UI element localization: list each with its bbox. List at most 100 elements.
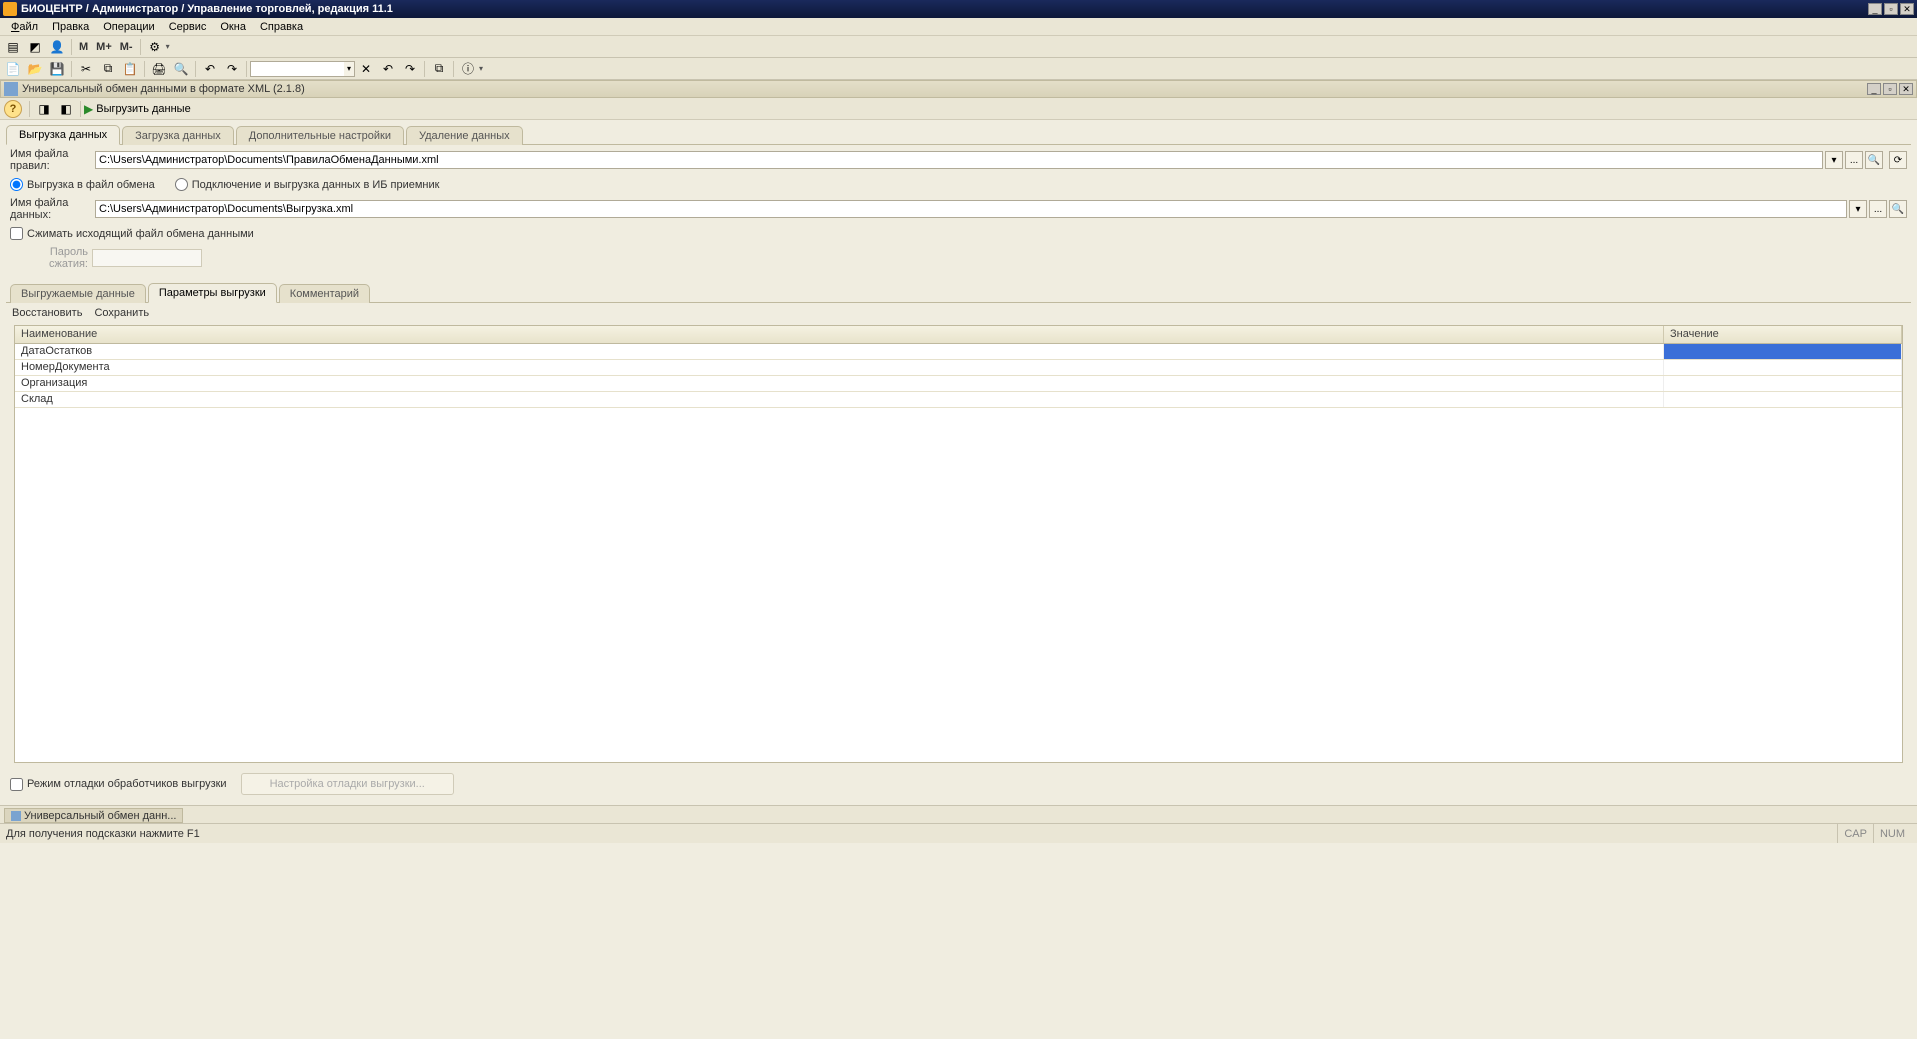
sub-toolbar: Восстановить Сохранить: [6, 302, 1911, 323]
table-row[interactable]: НомерДокумента: [15, 360, 1902, 376]
tb-btn-3[interactable]: 👤: [47, 38, 67, 56]
compress-checkbox[interactable]: [10, 227, 23, 240]
table-row[interactable]: ДатаОстатков: [15, 344, 1902, 360]
cell-value[interactable]: [1664, 344, 1902, 359]
data-file-input[interactable]: [95, 200, 1847, 218]
calc-m-button[interactable]: M: [75, 41, 92, 53]
col-value-header[interactable]: Значение: [1664, 326, 1902, 343]
document-titlebar: Универсальный обмен данными в формате XM…: [0, 80, 1917, 98]
search-prev-icon[interactable]: ↶: [378, 60, 398, 78]
doc-restore-button[interactable]: ▫: [1883, 83, 1897, 95]
toolbar-separator: [195, 61, 196, 77]
app-title: БИОЦЕНТР / Администратор / Управление то…: [21, 3, 1868, 15]
close-button[interactable]: ✕: [1900, 3, 1914, 15]
tb-wizard-icon[interactable]: ⚙: [145, 38, 165, 56]
search-next-icon[interactable]: ↷: [400, 60, 420, 78]
menu-edit[interactable]: Правка: [45, 19, 96, 35]
menu-windows[interactable]: Окна: [213, 19, 253, 35]
subtab-exported-data[interactable]: Выгружаемые данные: [10, 284, 146, 303]
data-file-label: Имя файла данных:: [10, 197, 95, 221]
radio-export-file-input[interactable]: [10, 178, 23, 191]
table-row[interactable]: Организация: [15, 376, 1902, 392]
rules-refresh-icon[interactable]: ⟳: [1889, 151, 1907, 169]
export-data-button[interactable]: Выгрузить данные: [96, 103, 190, 115]
rules-dropdown-icon[interactable]: ▾: [1825, 151, 1843, 169]
doc-close-button[interactable]: ✕: [1899, 83, 1913, 95]
data-dropdown-icon[interactable]: ▾: [1849, 200, 1867, 218]
print-icon[interactable]: 🖨: [149, 60, 169, 78]
window-tab-label: Универсальный обмен данн...: [24, 810, 176, 822]
open-icon[interactable]: 📂: [25, 60, 45, 78]
paste-icon[interactable]: 📋: [120, 60, 140, 78]
data-browse-button[interactable]: ...: [1869, 200, 1887, 218]
data-file-row: Имя файла данных: ▾ ... 🔍: [6, 194, 1911, 224]
tab-extra[interactable]: Дополнительные настройки: [236, 126, 404, 145]
copy-icon[interactable]: ⧉: [98, 60, 118, 78]
toolbar-separator: [140, 39, 141, 55]
statusbar-hint: Для получения подсказки нажмите F1: [6, 828, 200, 840]
tab-export[interactable]: Выгрузка данных: [6, 125, 120, 145]
compress-label: Сжимать исходящий файл обмена данными: [27, 228, 254, 240]
tab-import[interactable]: Загрузка данных: [122, 126, 234, 145]
subtab-export-params[interactable]: Параметры выгрузки: [148, 283, 277, 303]
cell-value[interactable]: [1664, 376, 1902, 391]
debug-mode-checkbox[interactable]: [10, 778, 23, 791]
radio-export-file[interactable]: Выгрузка в файл обмена: [10, 178, 155, 191]
debug-settings-button: Настройка отладки выгрузки...: [241, 773, 454, 795]
cell-value[interactable]: [1664, 360, 1902, 375]
subtab-comment[interactable]: Комментарий: [279, 284, 370, 303]
search-dropdown-icon[interactable]: ▾: [344, 61, 355, 77]
password-label: Пароль сжатия:: [10, 246, 88, 270]
search-input[interactable]: [250, 61, 345, 77]
cell-name: Организация: [15, 376, 1664, 391]
radio-connect[interactable]: Подключение и выгрузка данных в ИБ прием…: [175, 178, 440, 191]
minimize-button[interactable]: _: [1868, 3, 1882, 15]
doc-tb-btn-1[interactable]: ◨: [34, 100, 54, 118]
data-search-icon[interactable]: 🔍: [1889, 200, 1907, 218]
dropdown-icon[interactable]: ▾: [479, 64, 483, 73]
info-icon[interactable]: ⓘ: [458, 60, 478, 78]
params-grid: Наименование Значение ДатаОстатков Номер…: [14, 325, 1903, 763]
password-input: [92, 249, 202, 267]
toolbar-separator: [144, 61, 145, 77]
preview-icon[interactable]: 🔍: [171, 60, 191, 78]
tb-btn-2[interactable]: ◩: [25, 38, 45, 56]
password-row: Пароль сжатия:: [6, 243, 1911, 278]
save-icon[interactable]: 💾: [47, 60, 67, 78]
undo-icon[interactable]: ↶: [200, 60, 220, 78]
window-tab[interactable]: Универсальный обмен данн...: [4, 808, 183, 823]
menu-help[interactable]: Справка: [253, 19, 310, 35]
grid-header: Наименование Значение: [15, 326, 1902, 344]
col-name-header[interactable]: Наименование: [15, 326, 1664, 343]
doc-tb-btn-2[interactable]: ◧: [56, 100, 76, 118]
menu-operations[interactable]: Операции: [96, 19, 161, 35]
restore-link[interactable]: Восстановить: [12, 307, 82, 319]
menu-file[interactable]: Файлdocument.currentScript.previousEleme…: [4, 19, 45, 35]
cut-icon[interactable]: ✂: [76, 60, 96, 78]
clear-search-icon[interactable]: ✕: [356, 60, 376, 78]
calc-mminus-button[interactable]: M-: [116, 41, 137, 53]
cell-name: Склад: [15, 392, 1664, 407]
help-icon[interactable]: ?: [4, 100, 22, 118]
copy-obj-icon[interactable]: ⧉: [429, 60, 449, 78]
toolbar-separator: [80, 101, 81, 117]
toolbar-main: ▤ ◩ 👤 M M+ M- ⚙ ▾: [0, 36, 1917, 58]
doc-minimize-button[interactable]: _: [1867, 83, 1881, 95]
rules-file-input[interactable]: [95, 151, 1823, 169]
save-link[interactable]: Сохранить: [94, 307, 149, 319]
table-row[interactable]: Склад: [15, 392, 1902, 408]
tab-delete[interactable]: Удаление данных: [406, 126, 523, 145]
redo-icon[interactable]: ↷: [222, 60, 242, 78]
app-titlebar: БИОЦЕНТР / Администратор / Управление то…: [0, 0, 1917, 18]
radio-connect-input[interactable]: [175, 178, 188, 191]
rules-search-icon[interactable]: 🔍: [1865, 151, 1883, 169]
sub-tabs: Выгружаемые данные Параметры выгрузки Ко…: [6, 282, 1911, 302]
cell-value[interactable]: [1664, 392, 1902, 407]
dropdown-icon[interactable]: ▾: [166, 42, 170, 51]
rules-browse-button[interactable]: ...: [1845, 151, 1863, 169]
calc-mplus-button[interactable]: M+: [92, 41, 116, 53]
menu-service[interactable]: Сервис: [162, 19, 214, 35]
new-icon[interactable]: 📄: [3, 60, 23, 78]
tb-btn-1[interactable]: ▤: [3, 38, 23, 56]
restore-button[interactable]: ▫: [1884, 3, 1898, 15]
